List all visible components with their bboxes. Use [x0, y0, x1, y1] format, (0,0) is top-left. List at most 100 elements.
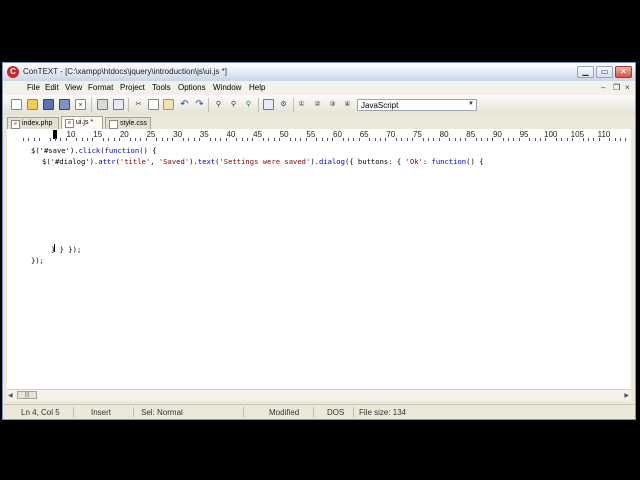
user-command-2-icon[interactable]: ② — [312, 99, 323, 110]
status-separator — [243, 407, 244, 417]
toolbar-separator — [293, 98, 294, 112]
window-title: ConTEXT - [C:\xampp\htdocs\jquery\introd… — [23, 67, 227, 76]
menu-options[interactable]: Options — [178, 83, 206, 92]
find-next-icon[interactable]: ⚲ — [228, 99, 239, 110]
status-line-ending: DOS — [327, 408, 345, 417]
save-icon[interactable] — [43, 99, 54, 110]
child-close-button[interactable]: × — [625, 83, 630, 92]
status-bar: Ln 4, Col 5 Insert Sel: Normal Modified … — [3, 404, 635, 419]
tab-label: index.php — [22, 120, 53, 127]
tab-style-css[interactable]: style.css — [105, 117, 151, 129]
css-file-icon — [109, 120, 118, 129]
close-button[interactable]: ✕ — [615, 66, 632, 78]
replace-icon[interactable]: ⚲ — [243, 99, 254, 110]
ruler-label: 75 — [412, 130, 422, 139]
export-icon[interactable] — [263, 99, 274, 110]
ruler-label: 70 — [386, 130, 396, 139]
status-file-size: File size: 134 — [359, 408, 407, 417]
code-line-4: } } }); — [51, 245, 82, 254]
toolbar-separator — [258, 98, 259, 112]
menu-window[interactable]: Window — [213, 83, 241, 92]
menu-file[interactable]: File — [27, 83, 40, 92]
ruler-label: 80 — [439, 130, 449, 139]
ruler-label: 95 — [519, 130, 529, 139]
app-icon[interactable]: C — [7, 66, 19, 78]
scroll-thumb[interactable]: ||| — [17, 391, 37, 399]
child-restore-button[interactable]: ❐ — [613, 83, 620, 92]
file-tabs: e index.php e ui.js * style.css — [3, 115, 635, 129]
user-command-4-icon[interactable]: ④ — [342, 99, 353, 110]
ruler-label: 55 — [306, 130, 316, 139]
tab-index-php[interactable]: e index.php — [7, 117, 59, 129]
ruler-label: 60 — [333, 130, 342, 139]
ruler-label: 20 — [119, 130, 129, 139]
menu-format[interactable]: Format — [88, 83, 113, 92]
user-command-3-icon[interactable]: ③ — [327, 99, 338, 110]
redo-icon[interactable]: ↷ — [194, 99, 205, 110]
code-line-2: $('#dialog').attr('title', 'Saved').text… — [42, 157, 484, 166]
ruler-label: 65 — [359, 130, 369, 139]
php-file-icon: e — [11, 120, 20, 129]
undo-icon[interactable]: ↶ — [179, 99, 190, 110]
ruler-label: 30 — [173, 130, 183, 139]
save-all-icon[interactable] — [59, 99, 70, 110]
print-preview-icon[interactable] — [113, 99, 124, 110]
toolbar-separator — [91, 98, 92, 112]
ruler-label: 10 — [66, 130, 76, 139]
ruler-label: 45 — [253, 130, 262, 139]
maximize-button[interactable]: ▭ — [596, 66, 613, 78]
status-separator — [133, 407, 134, 417]
tab-ui-js[interactable]: e ui.js * — [61, 116, 103, 129]
ruler-label: 50 — [279, 130, 289, 139]
horizontal-scrollbar[interactable]: ◀ ||| ▶ — [7, 389, 631, 401]
menu-view[interactable]: View — [65, 83, 82, 92]
options-icon[interactable]: ⚙ — [278, 99, 289, 110]
status-separator — [313, 407, 314, 417]
code-line-5: }); — [31, 256, 44, 265]
app-window: C ConTEXT - [C:\xampp\htdocs\jquery\intr… — [2, 62, 636, 420]
toolbar-separator — [208, 98, 209, 112]
ruler-label: 85 — [466, 130, 476, 139]
status-position: Ln 4, Col 5 — [21, 408, 60, 417]
cut-icon[interactable]: ✂ — [133, 99, 144, 110]
text-caret — [54, 244, 55, 252]
status-selection: Sel: Normal — [141, 408, 183, 417]
js-file-icon: e — [65, 119, 74, 128]
code-line-1: $('#save').click(function() { — [31, 146, 157, 155]
toolbar: × ✂ ↶ ↷ ⚲ ⚲ ⚲ ⚙ ① ② ③ ④ JavaScript ▼ — [3, 95, 635, 116]
menu-tools[interactable]: Tools — [152, 83, 171, 92]
highlighter-select[interactable]: JavaScript ▼ — [357, 99, 477, 111]
print-icon[interactable] — [97, 99, 108, 110]
child-minimize-button[interactable]: – — [601, 83, 605, 92]
ruler-label: 35 — [199, 130, 209, 139]
paste-icon[interactable] — [163, 99, 174, 110]
status-separator — [353, 407, 354, 417]
close-file-icon[interactable]: × — [75, 99, 86, 110]
status-separator — [73, 407, 74, 417]
new-file-icon[interactable] — [11, 99, 22, 110]
tab-label: ui.js * — [76, 119, 94, 126]
tab-label: style.css — [120, 120, 147, 127]
menu-edit[interactable]: Edit — [45, 83, 59, 92]
copy-icon[interactable] — [148, 99, 159, 110]
user-command-1-icon[interactable]: ① — [296, 99, 307, 110]
toolbar-separator — [128, 98, 129, 112]
scroll-left-icon[interactable]: ◀ — [8, 392, 13, 399]
status-modified: Modified — [269, 408, 300, 417]
menu-bar: File Edit View Format Project Tools Opti… — [3, 81, 635, 95]
find-icon[interactable]: ⚲ — [213, 99, 224, 110]
ruler-label: 90 — [492, 130, 502, 139]
highlighter-value: JavaScript — [361, 101, 399, 110]
chevron-down-icon[interactable]: ▼ — [468, 101, 474, 107]
title-bar[interactable]: C ConTEXT - [C:\xampp\htdocs\jquery\intr… — [3, 63, 635, 81]
scroll-right-icon[interactable]: ▶ — [624, 392, 629, 399]
menu-project[interactable]: Project — [120, 83, 145, 92]
ruler-label: 40 — [226, 130, 236, 139]
menu-help[interactable]: Help — [249, 83, 265, 92]
ruler-label: 25 — [146, 130, 156, 139]
open-file-icon[interactable] — [27, 99, 38, 110]
code-editor[interactable]: $('#save').click(function() { $('#dialog… — [7, 141, 631, 389]
minimize-button[interactable]: ▁ — [577, 66, 594, 78]
ruler-label: 15 — [93, 130, 103, 139]
status-mode: Insert — [91, 408, 112, 417]
